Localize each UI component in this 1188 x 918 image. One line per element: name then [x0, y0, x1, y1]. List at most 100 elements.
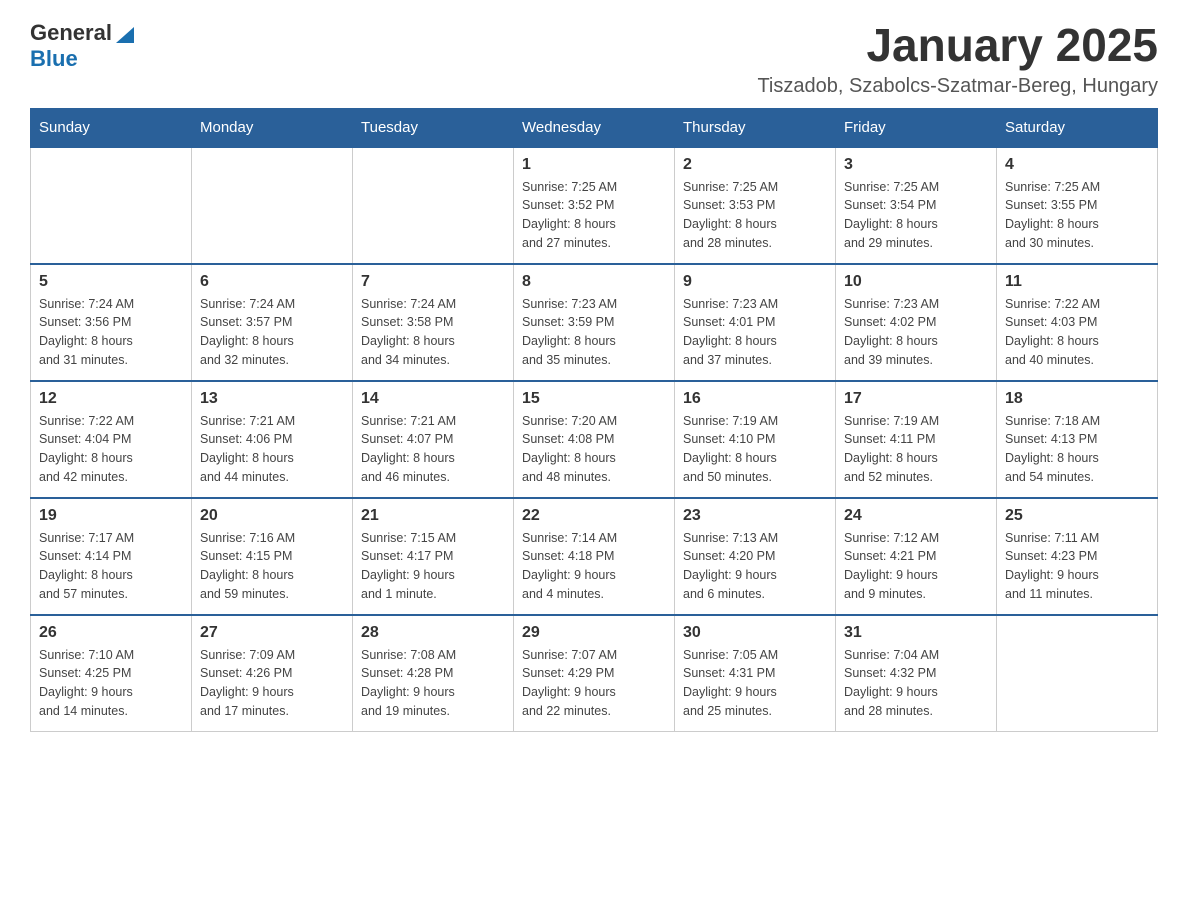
day-info: Sunrise: 7:25 AMSunset: 3:53 PMDaylight:…	[683, 178, 827, 253]
day-number: 13	[200, 390, 344, 408]
day-info: Sunrise: 7:24 AMSunset: 3:56 PMDaylight:…	[39, 295, 183, 370]
day-number: 29	[522, 624, 666, 642]
day-number: 22	[522, 507, 666, 525]
day-number: 11	[1005, 273, 1149, 291]
day-number: 2	[683, 156, 827, 174]
calendar-week-row: 26 Sunrise: 7:10 AMSunset: 4:25 PMDayligh…	[31, 615, 1158, 732]
day-info: Sunrise: 7:23 AMSunset: 4:02 PMDaylight:…	[844, 295, 988, 370]
calendar-cell: 26 Sunrise: 7:10 AMSunset: 4:25 PMDayligh…	[31, 615, 192, 732]
calendar-cell: 20Sunrise: 7:16 AMSunset: 4:15 PMDayligh…	[192, 498, 353, 615]
calendar-cell: 25Sunrise: 7:11 AMSunset: 4:23 PMDayligh…	[997, 498, 1158, 615]
calendar-cell: 15 Sunrise: 7:20 AMSunset: 4:08 PMDayligh…	[514, 381, 675, 498]
header-tuesday: Tuesday	[353, 108, 514, 147]
calendar-cell: 2 Sunrise: 7:25 AMSunset: 3:53 PMDaylight…	[675, 147, 836, 264]
day-number: 8	[522, 273, 666, 291]
calendar-cell: 7 Sunrise: 7:24 AMSunset: 3:58 PMDaylight…	[353, 264, 514, 381]
logo-triangle-icon	[114, 23, 136, 45]
day-number: 7	[361, 273, 505, 291]
title-area: January 2025 Tiszadob, Szabolcs-Szatmar-…	[757, 20, 1158, 98]
day-info: Sunrise: 7:25 AMSunset: 3:54 PMDaylight:…	[844, 178, 988, 253]
calendar-cell	[31, 147, 192, 264]
calendar-table: SundayMondayTuesdayWednesdayThursdayFrid…	[30, 108, 1158, 732]
calendar-cell: 29 Sunrise: 7:07 AMSunset: 4:29 PMDayligh…	[514, 615, 675, 732]
header-wednesday: Wednesday	[514, 108, 675, 147]
day-number: 3	[844, 156, 988, 174]
day-number: 12	[39, 390, 183, 408]
calendar-title: January 2025	[757, 20, 1158, 71]
calendar-cell: 9 Sunrise: 7:23 AMSunset: 4:01 PMDaylight…	[675, 264, 836, 381]
day-info: Sunrise: 7:12 AMSunset: 4:21 PMDaylight:…	[844, 529, 988, 604]
day-info: Sunrise: 7:18 AMSunset: 4:13 PMDaylight:…	[1005, 412, 1149, 487]
calendar-subtitle: Tiszadob, Szabolcs-Szatmar-Bereg, Hungar…	[757, 75, 1158, 98]
logo-text-blue: Blue	[30, 46, 78, 71]
calendar-cell: 6Sunrise: 7:24 AMSunset: 3:57 PMDaylight…	[192, 264, 353, 381]
calendar-week-row: 1 Sunrise: 7:25 AMSunset: 3:52 PMDaylight…	[31, 147, 1158, 264]
day-info: Sunrise: 7:10 AMSunset: 4:25 PMDaylight:…	[39, 646, 183, 721]
page-header: General Blue January 2025 Tiszadob, Szab…	[30, 20, 1158, 98]
day-number: 31	[844, 624, 988, 642]
day-number: 9	[683, 273, 827, 291]
day-number: 25	[1005, 507, 1149, 525]
day-info: Sunrise: 7:19 AMSunset: 4:11 PMDaylight:…	[844, 412, 988, 487]
day-number: 14	[361, 390, 505, 408]
calendar-cell: 3 Sunrise: 7:25 AMSunset: 3:54 PMDaylight…	[836, 147, 997, 264]
calendar-cell: 10Sunrise: 7:23 AMSunset: 4:02 PMDayligh…	[836, 264, 997, 381]
calendar-cell: 24 Sunrise: 7:12 AMSunset: 4:21 PMDayligh…	[836, 498, 997, 615]
calendar-cell: 14 Sunrise: 7:21 AMSunset: 4:07 PMDayligh…	[353, 381, 514, 498]
day-info: Sunrise: 7:07 AMSunset: 4:29 PMDaylight:…	[522, 646, 666, 721]
day-number: 18	[1005, 390, 1149, 408]
calendar-cell: 23 Sunrise: 7:13 AMSunset: 4:20 PMDayligh…	[675, 498, 836, 615]
day-number: 26	[39, 624, 183, 642]
calendar-cell	[353, 147, 514, 264]
day-info: Sunrise: 7:19 AMSunset: 4:10 PMDaylight:…	[683, 412, 827, 487]
calendar-cell: 31Sunrise: 7:04 AMSunset: 4:32 PMDayligh…	[836, 615, 997, 732]
day-number: 16	[683, 390, 827, 408]
day-info: Sunrise: 7:23 AMSunset: 4:01 PMDaylight:…	[683, 295, 827, 370]
calendar-cell: 8Sunrise: 7:23 AMSunset: 3:59 PMDaylight…	[514, 264, 675, 381]
day-info: Sunrise: 7:16 AMSunset: 4:15 PMDaylight:…	[200, 529, 344, 604]
day-info: Sunrise: 7:25 AMSunset: 3:55 PMDaylight:…	[1005, 178, 1149, 253]
day-info: Sunrise: 7:21 AMSunset: 4:07 PMDaylight:…	[361, 412, 505, 487]
calendar-cell	[997, 615, 1158, 732]
calendar-week-row: 5Sunrise: 7:24 AMSunset: 3:56 PMDaylight…	[31, 264, 1158, 381]
header-thursday: Thursday	[675, 108, 836, 147]
logo: General Blue	[30, 20, 136, 72]
day-number: 28	[361, 624, 505, 642]
day-info: Sunrise: 7:17 AMSunset: 4:14 PMDaylight:…	[39, 529, 183, 604]
calendar-cell	[192, 147, 353, 264]
calendar-cell: 21Sunrise: 7:15 AMSunset: 4:17 PMDayligh…	[353, 498, 514, 615]
day-number: 30	[683, 624, 827, 642]
day-info: Sunrise: 7:09 AMSunset: 4:26 PMDaylight:…	[200, 646, 344, 721]
calendar-cell: 19Sunrise: 7:17 AMSunset: 4:14 PMDayligh…	[31, 498, 192, 615]
calendar-week-row: 19Sunrise: 7:17 AMSunset: 4:14 PMDayligh…	[31, 498, 1158, 615]
header-sunday: Sunday	[31, 108, 192, 147]
day-number: 1	[522, 156, 666, 174]
day-info: Sunrise: 7:13 AMSunset: 4:20 PMDaylight:…	[683, 529, 827, 604]
day-info: Sunrise: 7:22 AMSunset: 4:03 PMDaylight:…	[1005, 295, 1149, 370]
day-info: Sunrise: 7:24 AMSunset: 3:58 PMDaylight:…	[361, 295, 505, 370]
calendar-cell: 30 Sunrise: 7:05 AMSunset: 4:31 PMDayligh…	[675, 615, 836, 732]
day-number: 24	[844, 507, 988, 525]
calendar-cell: 11 Sunrise: 7:22 AMSunset: 4:03 PMDayligh…	[997, 264, 1158, 381]
calendar-cell: 1 Sunrise: 7:25 AMSunset: 3:52 PMDaylight…	[514, 147, 675, 264]
calendar-header-row: SundayMondayTuesdayWednesdayThursdayFrid…	[31, 108, 1158, 147]
day-info: Sunrise: 7:05 AMSunset: 4:31 PMDaylight:…	[683, 646, 827, 721]
day-info: Sunrise: 7:25 AMSunset: 3:52 PMDaylight:…	[522, 178, 666, 253]
calendar-cell: 4 Sunrise: 7:25 AMSunset: 3:55 PMDaylight…	[997, 147, 1158, 264]
calendar-cell: 22 Sunrise: 7:14 AMSunset: 4:18 PMDayligh…	[514, 498, 675, 615]
day-info: Sunrise: 7:14 AMSunset: 4:18 PMDaylight:…	[522, 529, 666, 604]
day-info: Sunrise: 7:20 AMSunset: 4:08 PMDaylight:…	[522, 412, 666, 487]
day-number: 4	[1005, 156, 1149, 174]
day-number: 17	[844, 390, 988, 408]
day-number: 21	[361, 507, 505, 525]
day-info: Sunrise: 7:24 AMSunset: 3:57 PMDaylight:…	[200, 295, 344, 370]
calendar-cell: 28 Sunrise: 7:08 AMSunset: 4:28 PMDayligh…	[353, 615, 514, 732]
header-monday: Monday	[192, 108, 353, 147]
day-number: 23	[683, 507, 827, 525]
day-info: Sunrise: 7:08 AMSunset: 4:28 PMDaylight:…	[361, 646, 505, 721]
calendar-cell: 27 Sunrise: 7:09 AMSunset: 4:26 PMDayligh…	[192, 615, 353, 732]
header-saturday: Saturday	[997, 108, 1158, 147]
day-number: 15	[522, 390, 666, 408]
calendar-cell: 17 Sunrise: 7:19 AMSunset: 4:11 PMDayligh…	[836, 381, 997, 498]
day-number: 27	[200, 624, 344, 642]
